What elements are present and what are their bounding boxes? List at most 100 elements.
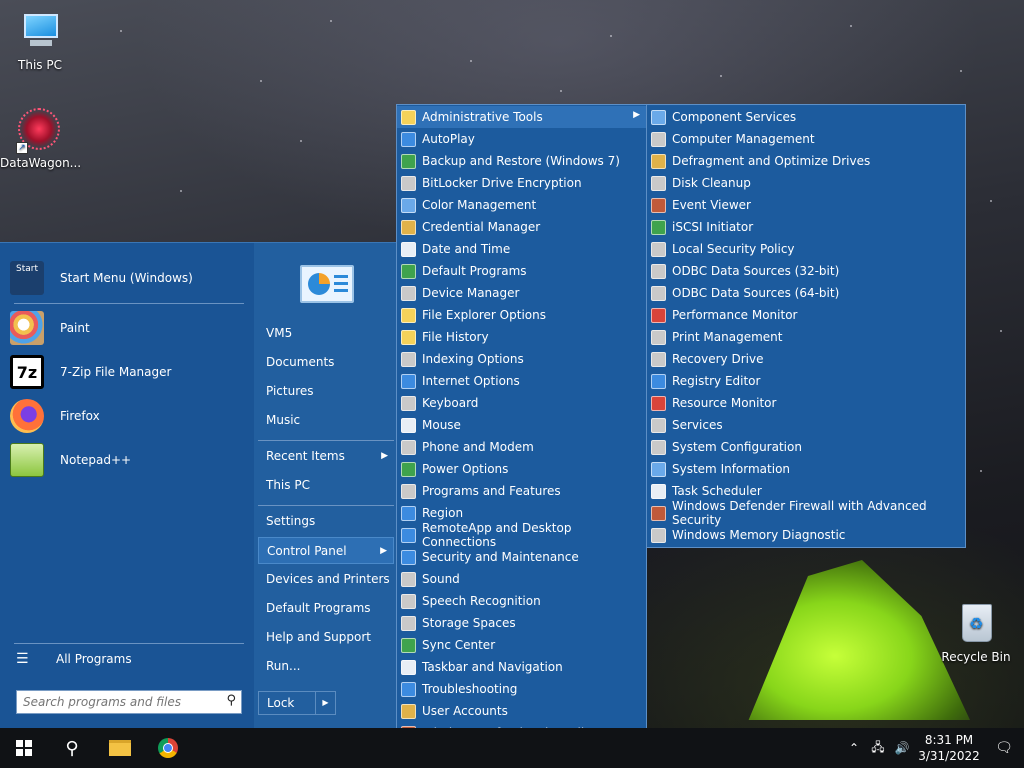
search-box[interactable]: ⚲ [16, 690, 242, 714]
admin-item-services[interactable]: Services [647, 414, 965, 436]
notepad-icon [10, 443, 44, 477]
chrome-taskbar-button[interactable] [144, 728, 192, 768]
cp-item-autoplay[interactable]: AutoPlay [397, 128, 646, 150]
program-paint[interactable]: Paint [10, 309, 246, 347]
search-icon: ⚲ [65, 737, 79, 759]
menu-item-label: Color Management [422, 198, 537, 212]
admin-item-system-information[interactable]: System Information [647, 458, 965, 480]
volume-icon[interactable]: 🔊 [890, 741, 914, 755]
desktop-icon-recycle-bin[interactable]: Recycle Bin [938, 602, 1014, 664]
places-item-run[interactable]: Run... [258, 653, 394, 680]
places-item-this-pc[interactable]: This PC [258, 472, 394, 499]
places-item-vm5[interactable]: VM5 [258, 320, 394, 347]
cp-item-internet-options[interactable]: Internet Options [397, 370, 646, 392]
program-7zip[interactable]: 7z 7-Zip File Manager [10, 353, 246, 391]
places-item-default-programs[interactable]: Default Programs [258, 595, 394, 622]
menu-item-label: Services [672, 418, 723, 432]
admin-item-windows-defender-firewall-with-advanced-security[interactable]: Windows Defender Firewall with Advanced … [647, 499, 965, 527]
search-icon[interactable]: ⚲ [226, 693, 236, 708]
admin-item-defragment-and-optimize-drives[interactable]: Defragment and Optimize Drives [647, 150, 965, 172]
admin-item-event-viewer[interactable]: Event Viewer [647, 194, 965, 216]
cp-item-mouse[interactable]: Mouse [397, 414, 646, 436]
performance-monitor-icon [651, 307, 666, 323]
list-icon: ☰ [16, 651, 29, 667]
cp-item-programs-and-features[interactable]: Programs and Features [397, 480, 646, 502]
admin-item-windows-memory-diagnostic[interactable]: Windows Memory Diagnostic [647, 524, 965, 546]
color-management-icon [401, 197, 416, 213]
admin-item-computer-management[interactable]: Computer Management [647, 128, 965, 150]
disk-cleanup-icon [651, 175, 666, 191]
file-explorer-taskbar-button[interactable] [96, 728, 144, 768]
places-item-pictures[interactable]: Pictures [258, 378, 394, 405]
notifications-icon[interactable]: 🗨 [984, 740, 1024, 756]
admin-item-disk-cleanup[interactable]: Disk Cleanup [647, 172, 965, 194]
places-item-devices-and-printers[interactable]: Devices and Printers [258, 566, 394, 593]
menu-item-label: Credential Manager [422, 220, 541, 234]
admin-item-odbc-data-sources-64-bit[interactable]: ODBC Data Sources (64-bit) [647, 282, 965, 304]
admin-item-local-security-policy[interactable]: Local Security Policy [647, 238, 965, 260]
cp-item-phone-and-modem[interactable]: Phone and Modem [397, 436, 646, 458]
places-item-documents[interactable]: Documents [258, 349, 394, 376]
cp-item-credential-manager[interactable]: Credential Manager [397, 216, 646, 238]
cp-item-storage-spaces[interactable]: Storage Spaces [397, 612, 646, 634]
search-taskbar-button[interactable]: ⚲ [48, 728, 96, 768]
chevron-up-icon[interactable]: ⌃ [842, 741, 866, 755]
cp-item-backup-and-restore-windows-7[interactable]: Backup and Restore (Windows 7) [397, 150, 646, 172]
program-label: Start Menu (Windows) [60, 271, 193, 285]
cp-item-administrative-tools[interactable]: Administrative Tools ▶ [397, 106, 646, 128]
menu-item-label: Sound [422, 572, 460, 586]
places-item-settings[interactable]: Settings [258, 508, 394, 535]
admin-item-iscsi-initiator[interactable]: iSCSI Initiator [647, 216, 965, 238]
cp-item-device-manager[interactable]: Device Manager [397, 282, 646, 304]
cp-item-file-explorer-options[interactable]: File Explorer Options [397, 304, 646, 326]
places-item-help-and-support[interactable]: Help and Support [258, 624, 394, 651]
clock[interactable]: 8:31 PM 3/31/2022 [914, 732, 984, 764]
places-item-recent-items[interactable]: Recent Items ▶ [258, 443, 394, 470]
cp-item-default-programs[interactable]: Default Programs [397, 260, 646, 282]
admin-item-resource-monitor[interactable]: Resource Monitor [647, 392, 965, 414]
keyboard-icon [401, 395, 416, 411]
cp-item-keyboard[interactable]: Keyboard [397, 392, 646, 414]
places-item-control-panel[interactable]: Control Panel ▶ [258, 537, 394, 564]
desktop-icon-this-pc[interactable]: This PC [2, 10, 78, 72]
admin-item-print-management[interactable]: Print Management [647, 326, 965, 348]
admin-item-system-configuration[interactable]: System Configuration [647, 436, 965, 458]
places-item-music[interactable]: Music [258, 407, 394, 434]
chevron-right-icon: ▶ [633, 110, 640, 120]
start-menu-windows-item[interactable]: Start Start Menu (Windows) [10, 259, 246, 297]
cp-item-power-options[interactable]: Power Options [397, 458, 646, 480]
admin-item-performance-monitor[interactable]: Performance Monitor [647, 304, 965, 326]
cp-item-color-management[interactable]: Color Management [397, 194, 646, 216]
program-firefox[interactable]: Firefox [10, 397, 246, 435]
paint-icon [10, 311, 44, 345]
clock-date: 3/31/2022 [918, 749, 980, 763]
menu-item-label: Print Management [672, 330, 783, 344]
admin-item-recovery-drive[interactable]: Recovery Drive [647, 348, 965, 370]
cp-item-sync-center[interactable]: Sync Center [397, 634, 646, 656]
cp-item-taskbar-and-navigation[interactable]: Taskbar and Navigation [397, 656, 646, 678]
all-programs-button[interactable]: ☰ All Programs [16, 651, 132, 667]
cp-item-date-and-time[interactable]: Date and Time [397, 238, 646, 260]
cp-item-troubleshooting[interactable]: Troubleshooting [397, 678, 646, 700]
cp-item-indexing-options[interactable]: Indexing Options [397, 348, 646, 370]
menu-item-label: Resource Monitor [672, 396, 777, 410]
folder-icon [109, 740, 131, 756]
program-notepadpp[interactable]: Notepad++ [10, 441, 246, 479]
cp-item-security-and-maintenance[interactable]: Security and Maintenance [397, 546, 646, 568]
admin-item-component-services[interactable]: Component Services [647, 106, 965, 128]
network-icon[interactable]: 🖧 [866, 738, 890, 759]
admin-item-odbc-data-sources-32-bit[interactable]: ODBC Data Sources (32-bit) [647, 260, 965, 282]
cp-item-speech-recognition[interactable]: Speech Recognition [397, 590, 646, 612]
program-label: Paint [60, 321, 90, 335]
cp-item-sound[interactable]: Sound [397, 568, 646, 590]
cp-item-user-accounts[interactable]: User Accounts [397, 700, 646, 722]
desktop-icon-datawagon[interactable]: ↗ DataWagon... [0, 108, 81, 170]
cp-item-remoteapp-and-desktop-connections[interactable]: RemoteApp and Desktop Connections [397, 521, 646, 549]
cp-item-file-history[interactable]: File History [397, 326, 646, 348]
cp-item-bitlocker-drive-encryption[interactable]: BitLocker Drive Encryption [397, 172, 646, 194]
start-button[interactable] [0, 728, 48, 768]
admin-item-registry-editor[interactable]: Registry Editor [647, 370, 965, 392]
lock-button[interactable]: Lock ▶ [258, 691, 336, 715]
chevron-right-icon[interactable]: ▶ [315, 692, 335, 714]
search-input[interactable] [17, 691, 213, 713]
